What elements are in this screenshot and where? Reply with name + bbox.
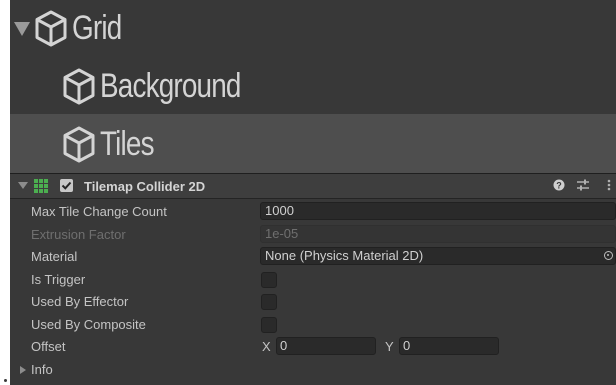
used-by-effector-checkbox[interactable] xyxy=(261,294,277,310)
foldout-arrow-icon[interactable] xyxy=(14,22,30,36)
info-foldout[interactable]: Info xyxy=(10,359,616,381)
offset-label: Offset xyxy=(31,339,66,354)
inspector-panel: Tilemap Collider 2D ? Max Tile Change Co… xyxy=(10,173,616,385)
help-icon[interactable]: ? xyxy=(553,179,565,191)
tilemap-grid-icon xyxy=(34,179,48,193)
hierarchy-item-label: Grid xyxy=(72,9,122,47)
max-tile-change-count-row: Max Tile Change Count 1000 xyxy=(10,201,616,223)
hierarchy-panel: Grid Background Tiles xyxy=(10,0,616,173)
component-enabled-checkbox[interactable] xyxy=(60,179,73,192)
stray-dot xyxy=(4,379,7,382)
material-value: None (Physics Material 2D) xyxy=(265,248,424,263)
svg-text:?: ? xyxy=(556,181,562,191)
max-tile-change-count-label: Max Tile Change Count xyxy=(31,204,167,219)
extrusion-factor-row: Extrusion Factor 1e-05 xyxy=(10,224,616,246)
offset-x-label: X xyxy=(262,339,271,354)
used-by-composite-label: Used By Composite xyxy=(31,317,146,332)
used-by-composite-checkbox[interactable] xyxy=(261,317,277,333)
info-label: Info xyxy=(31,362,53,377)
component-header[interactable]: Tilemap Collider 2D ? xyxy=(10,173,616,199)
gameobject-cube-icon xyxy=(63,68,95,105)
component-title: Tilemap Collider 2D xyxy=(84,179,206,194)
offset-row: Offset X 0 Y 0 xyxy=(10,336,616,358)
is-trigger-label: Is Trigger xyxy=(31,272,86,287)
gameobject-cube-icon xyxy=(63,126,95,163)
gameobject-cube-icon xyxy=(35,10,67,47)
extrusion-factor-label: Extrusion Factor xyxy=(31,227,126,242)
offset-y-field[interactable]: 0 xyxy=(399,337,499,355)
hierarchy-item-label: Tiles xyxy=(100,125,155,163)
info-foldout-arrow-icon[interactable] xyxy=(20,366,26,374)
object-picker-icon[interactable] xyxy=(604,251,613,260)
is-trigger-row: Is Trigger xyxy=(10,269,616,291)
extrusion-factor-field: 1e-05 xyxy=(260,225,616,243)
hierarchy-item-tiles[interactable]: Tiles xyxy=(10,114,616,173)
hierarchy-item-background[interactable]: Background xyxy=(10,58,616,114)
is-trigger-checkbox[interactable] xyxy=(261,272,277,288)
hierarchy-item-grid[interactable]: Grid xyxy=(10,0,616,56)
more-options-icon[interactable] xyxy=(607,179,611,191)
material-label: Material xyxy=(31,249,78,264)
hierarchy-item-label: Background xyxy=(100,67,241,105)
used-by-composite-row: Used By Composite xyxy=(10,314,616,336)
component-foldout-icon[interactable] xyxy=(18,182,28,189)
used-by-effector-row: Used By Effector xyxy=(10,291,616,313)
material-row: Material None (Physics Material 2D) xyxy=(10,246,616,268)
checkmark-icon xyxy=(61,181,72,190)
max-tile-change-count-field[interactable]: 1000 xyxy=(260,202,616,220)
material-object-field[interactable]: None (Physics Material 2D) xyxy=(260,247,616,265)
offset-x-field[interactable]: 0 xyxy=(276,337,376,355)
used-by-effector-label: Used By Effector xyxy=(31,294,129,309)
offset-y-label: Y xyxy=(385,339,394,354)
preset-icon[interactable] xyxy=(576,179,590,191)
